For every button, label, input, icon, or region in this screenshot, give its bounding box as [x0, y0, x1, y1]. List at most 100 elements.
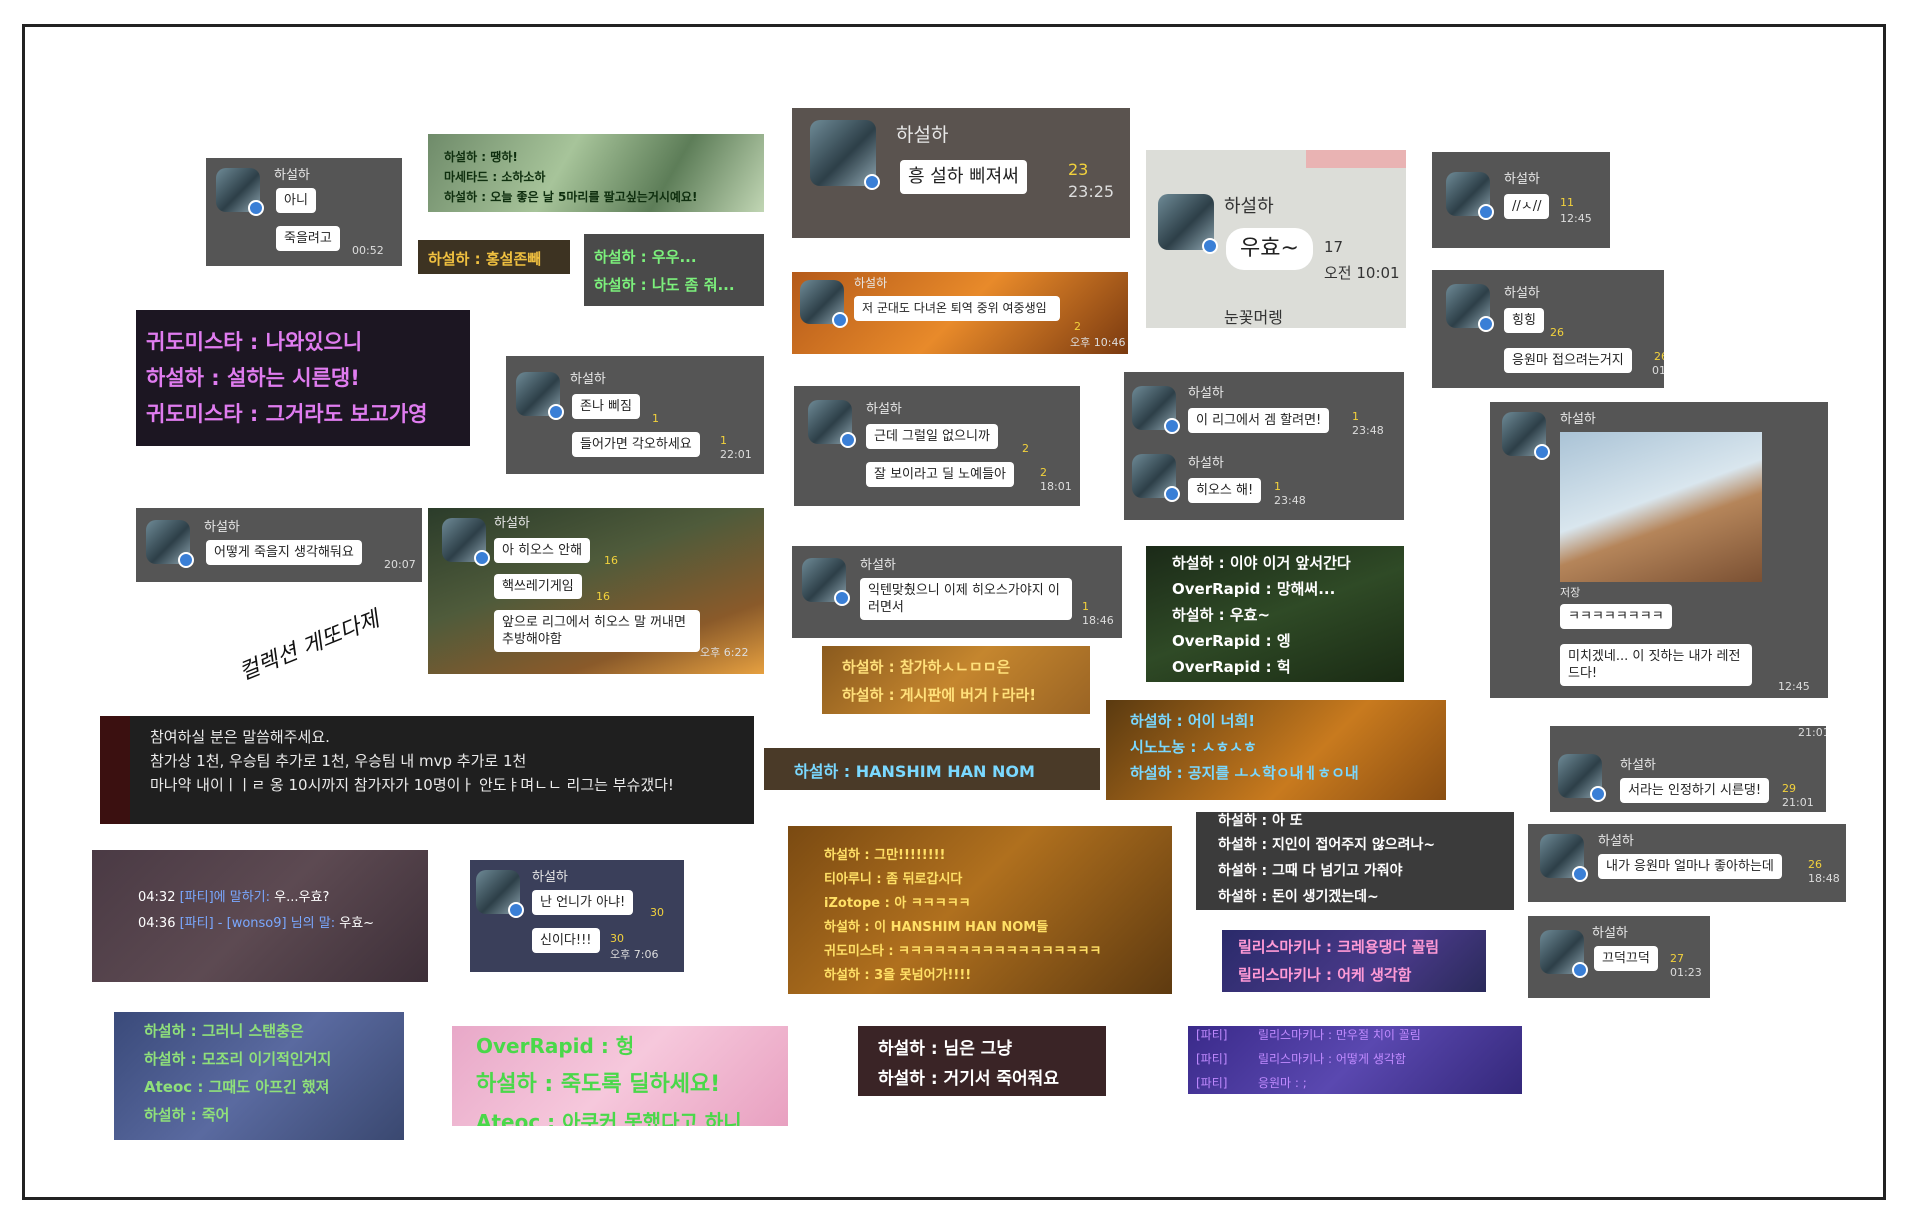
chat-line: 릴리스마키나 : 어케 생각함: [1238, 966, 1412, 984]
chat-line: 하설하 : 지인이 접어주지 않으려나~: [1218, 837, 1436, 853]
chat-line: 04:36 [파티] - [wonso9] 님의 말: 우효~: [138, 912, 374, 931]
crown-badge-icon: [1478, 204, 1494, 220]
chat-line: Ateoc : 아쿠커 못했다고 하니: [476, 1110, 742, 1126]
game-chat-16: 하설하 : 님은 그냥 하설하 : 거기서 죽어줘요: [858, 1026, 1106, 1096]
sender-name: 하설하: [274, 168, 310, 183]
game-chat-14: 하설하 : 그러니 스탠충은 하설하 : 모조리 이기적인거지 Ateoc : …: [114, 1012, 404, 1140]
sender-name: 하설하: [204, 520, 240, 535]
read-count: 16: [596, 590, 610, 603]
window-edge: [100, 716, 130, 824]
chat-panel-7: 하설하 존나 삐짐 1 들어가면 각오하세요 1 22:01: [506, 356, 764, 474]
avatar: [1158, 194, 1218, 254]
sender-name: 하설하: [1224, 196, 1274, 217]
crown-badge-icon: [1572, 866, 1588, 882]
read-count: 1: [720, 434, 727, 447]
chat-line: 참여하실 분은 말씀해주세요.: [150, 728, 330, 746]
timestamp: 01:55: [1652, 364, 1664, 377]
message-bubble: 죽을려고: [276, 226, 340, 251]
message-bubble: 핵쓰레기게임: [494, 574, 582, 599]
game-chat-11: 하설하 : 그만!!!!!!!! 티아루니 : 좀 뒤로갑시다 iZotope …: [788, 826, 1172, 994]
crown-badge-icon: [1590, 786, 1606, 802]
chat-line: OverRapid : 헝: [476, 1034, 635, 1058]
avatar: [808, 400, 856, 448]
chat-panel-1: 하설하 아니 죽을려고 00:52: [206, 158, 402, 266]
read-count: 29: [1782, 782, 1796, 795]
crown-badge-icon: [178, 552, 194, 568]
crown-badge-icon: [864, 174, 880, 190]
crown-badge-icon: [1478, 316, 1494, 332]
chat-line: 하설하 : 님은 그냥: [878, 1039, 1013, 1059]
chat-line: OverRapid : 헉: [1172, 658, 1291, 676]
avatar: [146, 520, 194, 568]
crown-badge-icon: [548, 404, 564, 420]
chat-channel: [파티]에 말하기:: [179, 890, 271, 905]
read-count: 30: [610, 932, 624, 945]
avatar: [810, 120, 880, 190]
chat-line: Ateoc : 그때도 아프긴 했져: [144, 1078, 330, 1096]
chat-line: 하설하 : 설하는 시른댕!: [146, 366, 360, 390]
timestamp: 오후 10:46: [1070, 336, 1126, 349]
timestamp: 오후 6:22: [700, 646, 749, 659]
read-count: 17: [1324, 238, 1344, 256]
message-bubble: //ㅅ//: [1504, 194, 1550, 219]
chat-line: 하설하 : 그만!!!!!!!!: [824, 848, 946, 863]
avatar: [1132, 454, 1180, 502]
crown-badge-icon: [832, 312, 848, 328]
next-sender-name: 눈꽃머렝: [1224, 308, 1283, 327]
avatar: [516, 372, 564, 420]
timestamp: 23:48: [1352, 424, 1384, 437]
avatar: [1502, 412, 1550, 460]
message-bubble: 응원마 접으려는거지: [1504, 348, 1632, 373]
chat-line: 하설하 : 어이 너희!: [1130, 712, 1256, 730]
chat-line: 티아루니 : 좀 뒤로갑시다: [824, 872, 963, 887]
crown-badge-icon: [834, 590, 850, 606]
chat-panel-4: 하설하 //ㅅ// 11 12:45: [1432, 152, 1610, 248]
chat-line: [파티] 릴리스마키나 : 어떻게 생각함: [1196, 1050, 1406, 1067]
chat-time: 04:36: [138, 916, 176, 931]
chat-line: 하설하 : 참가하ㅅㄴㅁㅁ은: [842, 658, 1011, 676]
chat-line: 하설하 : 오늘 좋은 날 5마리를 팔고싶는거시예요!: [444, 190, 698, 204]
read-count: 1: [1082, 600, 1089, 613]
avatar: [802, 558, 850, 606]
timestamp: 18:01: [1040, 480, 1072, 493]
chat-line: 하설하 : 나도 좀 줘...: [594, 276, 735, 294]
sender-name: 하설하: [1504, 172, 1540, 187]
message-bubble: 아 히오스 안해: [494, 538, 591, 563]
chat-message: 릴리스마키나 : 만우절 치이 꼴림: [1257, 1028, 1421, 1042]
chat-line: 하설하 : 그때 다 넘기고 가줘야: [1218, 863, 1403, 879]
game-chat-12: 하설하 : 아 또 하설하 : 지인이 접어주지 않으려나~ 하설하 : 그때 …: [1196, 812, 1514, 910]
crown-badge-icon: [1572, 962, 1588, 978]
message-bubble: 어떻게 죽을지 생각해둬요: [206, 540, 362, 565]
message-bubble: 근데 그럴일 없으니까: [866, 424, 998, 449]
message-bubble: 들어가면 각오하세요: [572, 432, 700, 457]
crown-badge-icon: [1534, 444, 1550, 460]
game-chat-10: 04:32 [파티]에 말하기: 우...우효? 04:36 [파티] - [w…: [92, 850, 428, 982]
sender-name: 하설하: [866, 402, 902, 417]
message-bubble: 끄덕끄덕: [1594, 946, 1658, 971]
timestamp: 23:48: [1274, 494, 1306, 507]
image-save-label: 저장: [1560, 586, 1581, 599]
read-count: 27: [1670, 952, 1684, 965]
chat-line: 귀도미스타 : ㅋㅋㅋㅋㅋㅋㅋㅋㅋㅋㅋㅋㅋㅋㅋㅋㅋ: [824, 944, 1102, 959]
chat-panel-8: 하설하 근데 그럴일 없으니까 2 잘 보이라고 딜 노예들아 2 18:01: [794, 386, 1080, 506]
chat-panel-2: 하설하 흥 설하 삐져써 23 23:25: [792, 108, 1130, 238]
chat-line: 하설하 : 죽어: [144, 1106, 230, 1124]
avatar: [1446, 172, 1494, 220]
chat-line: 릴리스마키나 : 크레용댕다 꼴림: [1238, 938, 1440, 956]
read-count: 26: [1550, 326, 1564, 339]
avatar: [1540, 834, 1588, 882]
avatar: [1132, 386, 1180, 434]
game-chat-3: 하설하 : 우우... 하설하 : 나도 좀 줘...: [584, 234, 764, 306]
game-chat-13: 릴리스마키나 : 크레용댕다 꼴림 릴리스마키나 : 어케 생각함: [1222, 930, 1486, 992]
avatar: [1540, 930, 1588, 978]
chat-panel-14: 21:01 하설하 서라는 인정하기 시른댕! 29 21:01: [1550, 726, 1826, 812]
timestamp: 01:23: [1670, 966, 1702, 979]
read-count: 1: [1274, 480, 1281, 493]
timestamp: 00:52: [352, 244, 384, 257]
chat-line: 시노노농 : ㅅㅎㅅㅎ: [1130, 738, 1257, 756]
chat-line: 하설하 : 돈이 생기겠는데~: [1218, 889, 1379, 905]
sender-name: 하설하: [1504, 286, 1540, 301]
chat-line: 하설하 : 홍설존빼: [428, 250, 542, 268]
message-bubble: 잘 보이라고 딜 노예들아: [866, 462, 1014, 487]
timestamp: 18:46: [1082, 614, 1114, 627]
